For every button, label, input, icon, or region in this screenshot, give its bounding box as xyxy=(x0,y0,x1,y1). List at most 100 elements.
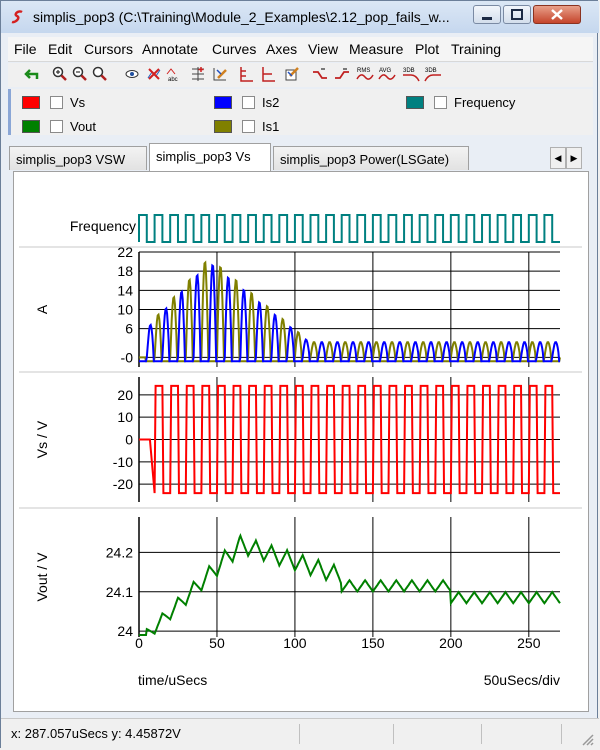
delete-curve-icon[interactable] xyxy=(146,66,162,82)
3db-low-icon[interactable]: 3DB xyxy=(424,66,442,82)
vout-trace xyxy=(139,532,561,636)
legend-swatch-vout[interactable] xyxy=(22,120,40,133)
vs-ylabel: Vs / V xyxy=(34,420,50,458)
tab-simplis-pop3-vs[interactable]: simplis_pop3 Vs xyxy=(149,143,271,171)
new-axis-icon[interactable] xyxy=(260,66,276,82)
legend-label-frequency: Frequency xyxy=(454,95,516,110)
current-ytick-label: 14 xyxy=(117,282,133,298)
legend-label-vs: Vs xyxy=(70,95,86,110)
resize-grip-icon[interactable] xyxy=(581,733,595,747)
vout-ytick-label: 24.1 xyxy=(106,584,133,600)
tab-scroll-right-button[interactable]: ▶ xyxy=(566,147,582,169)
add-grid-icon[interactable] xyxy=(190,66,206,82)
vs-ytick-label: -20 xyxy=(113,476,133,492)
menu-axes[interactable]: Axes xyxy=(266,41,297,57)
legend-label-is1: Is1 xyxy=(262,119,280,134)
avg-icon[interactable]: AVG xyxy=(378,66,396,82)
title-bar[interactable]: simplis_pop3 (C:\Training\Module_2_Examp… xyxy=(1,1,599,33)
vout-ytick-label: 24.2 xyxy=(106,544,133,560)
svg-text:RMS: RMS xyxy=(357,68,370,74)
zoom-out-icon[interactable] xyxy=(72,66,88,82)
current-ytick-label: 18 xyxy=(117,263,133,279)
tab-simplis-pop3-power-lsgate[interactable]: simplis_pop3 Power(LSGate) xyxy=(273,146,469,170)
legend-checkbox-vout[interactable] xyxy=(50,120,63,133)
vs-panel: 20 10 0 -10 -20 Vs / V xyxy=(34,377,560,502)
curve-legend: Vs Is2 Frequency Vout Is1 xyxy=(8,89,593,135)
rename-curve-icon[interactable]: abc xyxy=(166,66,182,82)
undo-arrow-icon[interactable] xyxy=(24,66,40,82)
legend-swatch-is1[interactable] xyxy=(214,120,232,133)
menu-bar: File Edit Cursors Annotate Curves Axes V… xyxy=(8,37,593,62)
svg-text:3DB: 3DB xyxy=(403,68,415,74)
vs-ytick-label: -10 xyxy=(113,454,133,470)
legend-label-is2: Is2 xyxy=(262,95,280,110)
maximize-button[interactable] xyxy=(503,5,531,24)
minimize-button[interactable] xyxy=(473,5,501,24)
vs-ytick-label: 20 xyxy=(117,387,133,403)
minimize-icon xyxy=(482,17,492,20)
x-tick-label: 200 xyxy=(439,635,463,651)
legend-checkbox-frequency[interactable] xyxy=(434,96,447,109)
current-ytick-label: 10 xyxy=(117,302,133,318)
legend-checkbox-is1[interactable] xyxy=(242,120,255,133)
menu-curves[interactable]: Curves xyxy=(212,41,256,57)
current-ytick-label: 6 xyxy=(125,321,133,337)
legend-swatch-vs[interactable] xyxy=(22,96,40,109)
frequency-trace xyxy=(138,214,560,243)
frequency-panel: Frequency xyxy=(70,214,560,243)
x-tick-label: 150 xyxy=(361,635,385,651)
vout-ylabel: Vout / V xyxy=(34,552,50,602)
simplis-app-icon xyxy=(11,10,23,24)
x-tick-label: 50 xyxy=(209,635,225,651)
frequency-label: Frequency xyxy=(70,218,136,234)
close-icon xyxy=(551,9,563,20)
legend-checkbox-is2[interactable] xyxy=(242,96,255,109)
x-tick-label: 250 xyxy=(517,635,541,651)
maximize-icon xyxy=(511,9,523,20)
menu-edit[interactable]: Edit xyxy=(48,41,72,57)
edit-axis-icon[interactable] xyxy=(212,66,228,82)
eye-icon[interactable] xyxy=(124,66,140,82)
menu-view[interactable]: View xyxy=(308,41,338,57)
stack-axis-icon[interactable] xyxy=(238,66,254,82)
menu-plot[interactable]: Plot xyxy=(415,41,439,57)
x-tick-label: 0 xyxy=(135,635,143,651)
zoom-fit-icon[interactable] xyxy=(92,66,108,82)
svg-text:abc: abc xyxy=(168,77,178,82)
properties-icon[interactable] xyxy=(284,66,300,82)
current-panel: 22 18 14 10 6 -0 A xyxy=(34,244,561,367)
3db-high-icon[interactable]: 3DB xyxy=(402,66,420,82)
waveform-plot-svg[interactable]: Frequency 221814106-0A 20100-10-20Vs / V… xyxy=(14,172,588,711)
menu-training[interactable]: Training xyxy=(451,41,501,57)
x-division-label: 50uSecs/div xyxy=(484,672,560,688)
current-ylabel: A xyxy=(34,304,50,314)
cursor-readout: x: 287.057uSecs y: 4.45872V xyxy=(11,726,181,741)
legend-label-vout: Vout xyxy=(70,119,97,134)
status-bar: x: 287.057uSecs y: 4.45872V xyxy=(1,718,599,750)
current-ytick-label: -0 xyxy=(121,349,134,365)
menu-file[interactable]: File xyxy=(14,41,37,57)
fall-time-icon[interactable] xyxy=(334,66,350,82)
zoom-in-icon[interactable] xyxy=(52,66,68,82)
legend-swatch-is2[interactable] xyxy=(214,96,232,109)
toolbar: abc RMS AVG 3DB 3DB xyxy=(8,63,593,87)
current-ytick-label: 22 xyxy=(117,244,133,260)
tab-scroll-left-button[interactable]: ◀ xyxy=(550,147,566,169)
menu-cursors[interactable]: Cursors xyxy=(84,41,133,57)
menu-measure[interactable]: Measure xyxy=(349,41,403,57)
x-axis-label: time/uSecs xyxy=(138,672,207,688)
x-tick-label: 100 xyxy=(283,635,307,651)
vout-ytick-label: 24 xyxy=(117,623,133,639)
plot-area[interactable]: Frequency 22 18 14 10 6 -0 A 20 10 0 -10 -20 Vs / V… xyxy=(13,171,589,712)
window-title: simplis_pop3 (C:\Training\Module_2_Examp… xyxy=(33,9,450,25)
close-button[interactable] xyxy=(533,5,581,24)
legend-swatch-frequency[interactable] xyxy=(406,96,424,109)
graph-tab-strip: simplis_pop3 VSW simplis_pop3 Vs simplis… xyxy=(8,143,593,171)
tab-simplis-pop3-vsw[interactable]: simplis_pop3 VSW xyxy=(9,146,147,170)
legend-checkbox-vs[interactable] xyxy=(50,96,63,109)
menu-annotate[interactable]: Annotate xyxy=(142,41,198,57)
rms-icon[interactable]: RMS xyxy=(356,66,374,82)
svg-text:AVG: AVG xyxy=(379,68,392,74)
vs-ytick-label: 10 xyxy=(117,409,133,425)
rise-time-icon[interactable] xyxy=(312,66,328,82)
